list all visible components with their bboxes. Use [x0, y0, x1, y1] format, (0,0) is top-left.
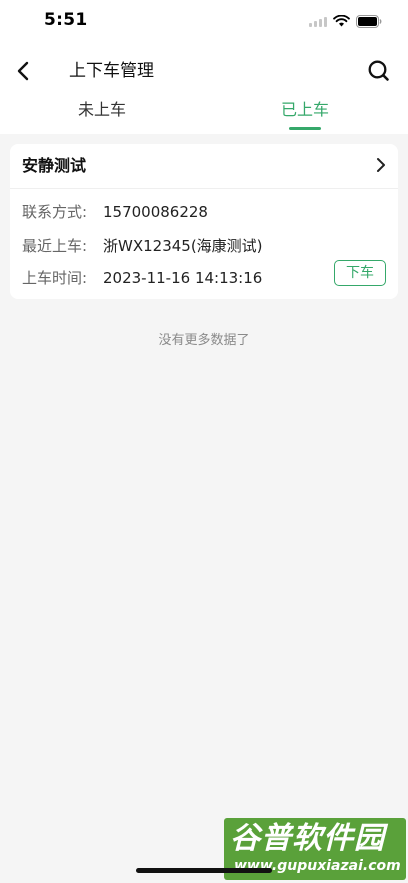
- boarding-time-row: 上车时间: 2023-11-16 14:13:16: [22, 268, 262, 288]
- boarding-time-label: 上车时间:: [22, 269, 88, 287]
- passenger-card-header[interactable]: 安静测试: [10, 144, 398, 189]
- tab-label: 已上车: [280, 100, 329, 119]
- tab-label: 未上车: [77, 100, 126, 119]
- recent-boarding-label: 最近上车:: [22, 237, 88, 255]
- recent-boarding-value: 浙WX12345(海康测试): [103, 237, 263, 255]
- contact-label: 联系方式:: [22, 203, 88, 221]
- alight-button[interactable]: 下车: [334, 260, 386, 286]
- boarding-time-value: 2023-11-16 14:13:16: [103, 269, 263, 287]
- page-title: 上下车管理: [69, 61, 154, 81]
- passenger-name: 安静测试: [22, 156, 87, 175]
- passenger-card: 安静测试 联系方式: 15700086228 最近上车: 浙WX12345(海康测试…: [10, 144, 398, 299]
- contact-value: 15700086228: [103, 203, 208, 221]
- search-icon: [368, 60, 389, 81]
- status-time: 5:51: [44, 10, 88, 30]
- back-button[interactable]: [8, 56, 38, 86]
- recent-boarding-row: 最近上车: 浙WX12345(海康测试): [22, 236, 263, 256]
- chevron-left-icon: [17, 61, 29, 81]
- top-bar: 5:51 上下车管理 未上车 已上车: [0, 0, 408, 134]
- battery-icon: [356, 14, 382, 28]
- chevron-right-icon: [377, 158, 385, 172]
- wifi-icon: [333, 15, 350, 27]
- status-icons: [309, 13, 382, 29]
- list-end-text: 没有更多数据了: [158, 333, 250, 348]
- tab-not-boarded[interactable]: 未上车: [47, 100, 157, 134]
- home-indicator: [136, 868, 272, 873]
- search-button[interactable]: [364, 56, 394, 86]
- active-tab-indicator: [289, 127, 321, 130]
- signal-icon: [309, 15, 327, 27]
- watermark-title: 谷普软件园: [230, 821, 385, 856]
- contact-row: 联系方式: 15700086228: [22, 202, 208, 222]
- tab-boarded[interactable]: 已上车: [250, 100, 360, 134]
